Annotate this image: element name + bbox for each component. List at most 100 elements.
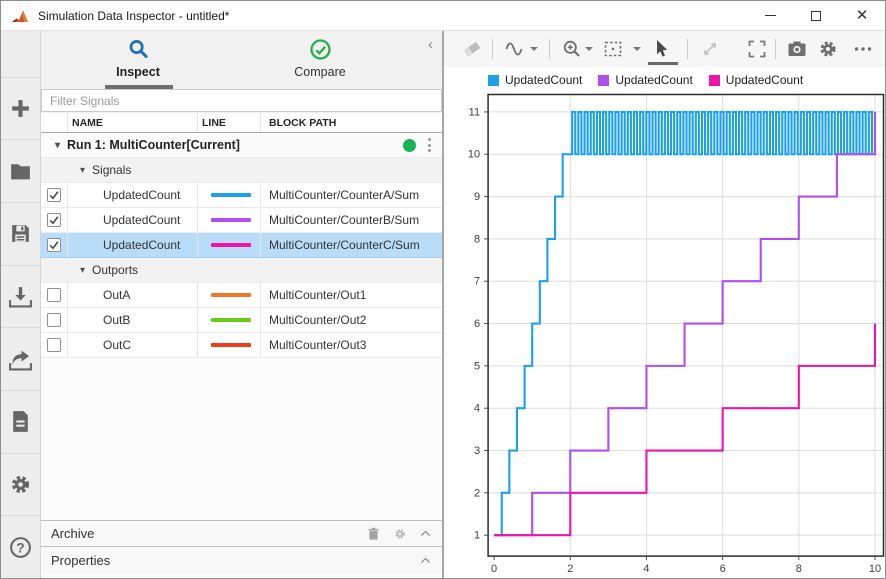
collapse-panel-icon[interactable]: ‹ (428, 37, 433, 52)
signal-checkbox[interactable] (47, 288, 61, 302)
archive-settings-gear-icon[interactable] (393, 527, 407, 541)
floppy-disk-icon (8, 221, 33, 246)
open-button[interactable] (1, 139, 40, 202)
close-button[interactable]: ✕ (839, 1, 885, 30)
plot-settings-button[interactable] (817, 38, 839, 60)
left-toolstrip: ? (1, 31, 41, 578)
svg-text:4: 4 (643, 563, 649, 575)
camera-icon (786, 38, 808, 60)
matlab-logo-icon (11, 8, 29, 24)
help-button[interactable]: ? (1, 515, 40, 578)
line-swatch (211, 318, 251, 322)
import-button[interactable] (1, 265, 40, 328)
maximize-icon (811, 11, 821, 21)
more-options-button[interactable] (852, 38, 874, 60)
block-path: MultiCounter/Out3 (269, 338, 366, 352)
plot-panel: UpdatedCountUpdatedCountUpdatedCount 024… (444, 31, 885, 578)
plus-icon (8, 96, 33, 121)
signal-style-button[interactable] (504, 38, 526, 60)
chevron-down-icon[interactable] (633, 47, 641, 51)
signal-checkbox[interactable] (47, 313, 61, 327)
block-path: MultiCounter/CounterA/Sum (269, 188, 419, 202)
header-name: NAME (67, 113, 197, 132)
svg-text:9: 9 (474, 191, 480, 203)
group-label: Signals (92, 163, 131, 177)
tab-inspect[interactable]: Inspect (47, 31, 229, 89)
eraser-button[interactable] (461, 38, 483, 60)
signal-checkbox[interactable] (47, 238, 61, 252)
legend-item[interactable]: UpdatedCount (709, 73, 803, 87)
save-button[interactable] (1, 202, 40, 265)
disclosure-triangle-icon[interactable]: ▾ (55, 140, 60, 151)
preferences-button[interactable] (1, 453, 40, 516)
svg-text:5: 5 (474, 360, 480, 372)
question-mark-icon: ? (8, 535, 33, 560)
check-circle-icon (309, 38, 332, 61)
minimize-icon (765, 15, 776, 16)
kebab-menu-icon[interactable] (428, 138, 431, 152)
create-report-button[interactable] (1, 390, 40, 453)
group-label: Outports (92, 263, 138, 277)
zoom-in-icon (561, 38, 583, 60)
signal-row[interactable]: UpdatedCountMultiCounter/CounterC/Sum (41, 233, 442, 258)
signal-checkbox[interactable] (47, 188, 61, 202)
minimize-button[interactable] (747, 1, 793, 30)
signal-name: UpdatedCount (103, 213, 180, 227)
app-window: Simulation Data Inspector - untitled* ✕ (0, 0, 886, 579)
block-path: MultiCounter/CounterB/Sum (269, 213, 419, 227)
snapshot-button[interactable] (786, 38, 808, 60)
export-button[interactable] (1, 327, 40, 390)
chevron-up-icon[interactable] (419, 527, 432, 540)
folder-icon (8, 159, 33, 184)
signal-row[interactable]: OutCMultiCounter/Out3 (41, 333, 442, 358)
tab-compare[interactable]: Compare (229, 31, 411, 89)
title-bar: Simulation Data Inspector - untitled* ✕ (1, 1, 885, 31)
legend-item[interactable]: UpdatedCount (598, 73, 692, 87)
line-swatch (211, 218, 251, 222)
fullscreen-button[interactable] (746, 38, 768, 60)
signal-checkbox[interactable] (47, 213, 61, 227)
legend-label: UpdatedCount (505, 73, 582, 87)
cursor-select-button[interactable] (650, 38, 672, 60)
line-swatch (211, 193, 251, 197)
signal-row[interactable]: OutBMultiCounter/Out2 (41, 308, 442, 333)
fit-to-view-button[interactable] (602, 38, 624, 60)
table-header: NAME LINE BLOCK PATH (41, 113, 442, 133)
disclosure-triangle-icon[interactable]: ▾ (80, 265, 85, 276)
tab-compare-label: Compare (294, 65, 345, 79)
signal-row[interactable]: UpdatedCount MultiCounter/CounterA/Sum (41, 183, 442, 208)
archive-label: Archive (51, 526, 94, 541)
zoom-button[interactable] (561, 38, 583, 60)
add-button[interactable] (1, 77, 40, 140)
chevron-down-icon[interactable] (530, 47, 538, 51)
filter-row (41, 89, 442, 113)
run-row[interactable]: ▾Run 1: MultiCounter[Current] (41, 133, 442, 158)
archive-bar[interactable]: Archive (41, 520, 442, 546)
signal-row[interactable]: UpdatedCount MultiCounter/CounterB/Sum (41, 208, 442, 233)
chart-canvas[interactable]: 02468101234567891011 (444, 93, 885, 578)
svg-text:10: 10 (869, 563, 881, 575)
gear-icon (817, 38, 839, 60)
maximize-button[interactable] (793, 1, 839, 30)
check-icon (48, 214, 60, 226)
expand-button[interactable] (699, 38, 721, 60)
close-icon: ✕ (856, 8, 869, 23)
properties-label: Properties (51, 553, 110, 568)
disclosure-triangle-icon[interactable]: ▾ (80, 165, 85, 176)
trash-icon[interactable] (366, 526, 381, 541)
check-icon (48, 189, 60, 201)
legend-item[interactable]: UpdatedCount (488, 73, 582, 87)
signal-row[interactable]: OutAMultiCounter/Out1 (41, 283, 442, 308)
legend-swatch-icon (709, 75, 720, 86)
filter-signals-input[interactable] (41, 89, 442, 112)
group-row[interactable]: ▾ Outports (41, 258, 442, 283)
group-row[interactable]: ▾ Signals (41, 158, 442, 183)
signal-name: UpdatedCount (103, 188, 180, 202)
chevron-up-icon[interactable] (419, 554, 432, 567)
chevron-down-icon[interactable] (585, 47, 593, 51)
properties-bar[interactable]: Properties (41, 546, 442, 573)
signal-checkbox[interactable] (47, 338, 61, 352)
block-path: MultiCounter/Out2 (269, 313, 366, 327)
svg-text:10: 10 (468, 149, 480, 161)
export-arrow-icon (8, 347, 33, 372)
